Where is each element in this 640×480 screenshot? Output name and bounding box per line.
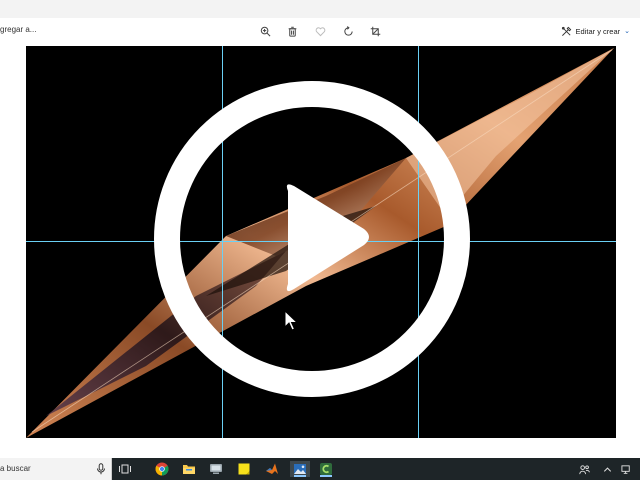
favorite-icon[interactable]	[312, 23, 328, 39]
people-icon[interactable]	[578, 463, 590, 475]
photo-toolbar: gregar a... Editar y crear ⌄	[0, 18, 640, 44]
zoom-in-icon[interactable]	[257, 23, 273, 39]
virtual-machine-icon[interactable]	[208, 461, 224, 477]
photos-app-icon[interactable]	[290, 461, 310, 477]
chrome-icon[interactable]	[154, 461, 170, 477]
edit-create-icon	[561, 26, 571, 36]
photos-app-window: gregar a... Editar y crear ⌄	[0, 0, 640, 458]
add-to-button[interactable]: gregar a...	[0, 25, 36, 34]
windows-taskbar: a buscar	[0, 458, 640, 480]
camtasia-icon[interactable]	[318, 461, 334, 477]
search-placeholder: a buscar	[0, 464, 31, 473]
file-explorer-icon[interactable]	[181, 461, 197, 477]
title-bar	[0, 0, 640, 18]
play-button-icon[interactable]	[152, 79, 472, 399]
rotate-icon[interactable]	[340, 23, 356, 39]
mouse-cursor-icon	[284, 310, 298, 331]
network-icon[interactable]	[620, 463, 632, 475]
matlab-icon[interactable]	[264, 461, 280, 477]
active-app-indicator	[294, 475, 306, 477]
microphone-icon[interactable]	[96, 463, 106, 475]
sticky-notes-icon[interactable]	[236, 461, 252, 477]
task-view-icon[interactable]	[117, 461, 133, 477]
edit-create-button[interactable]: Editar y crear ⌄	[561, 24, 630, 38]
delete-icon[interactable]	[284, 23, 300, 39]
active-app-indicator	[320, 475, 332, 477]
chevron-down-icon: ⌄	[624, 28, 630, 35]
chevron-up-icon[interactable]	[601, 463, 613, 475]
edit-create-label: Editar y crear	[575, 26, 621, 36]
taskbar-search-box[interactable]: a buscar	[0, 458, 112, 480]
crop-icon[interactable]	[367, 23, 383, 39]
